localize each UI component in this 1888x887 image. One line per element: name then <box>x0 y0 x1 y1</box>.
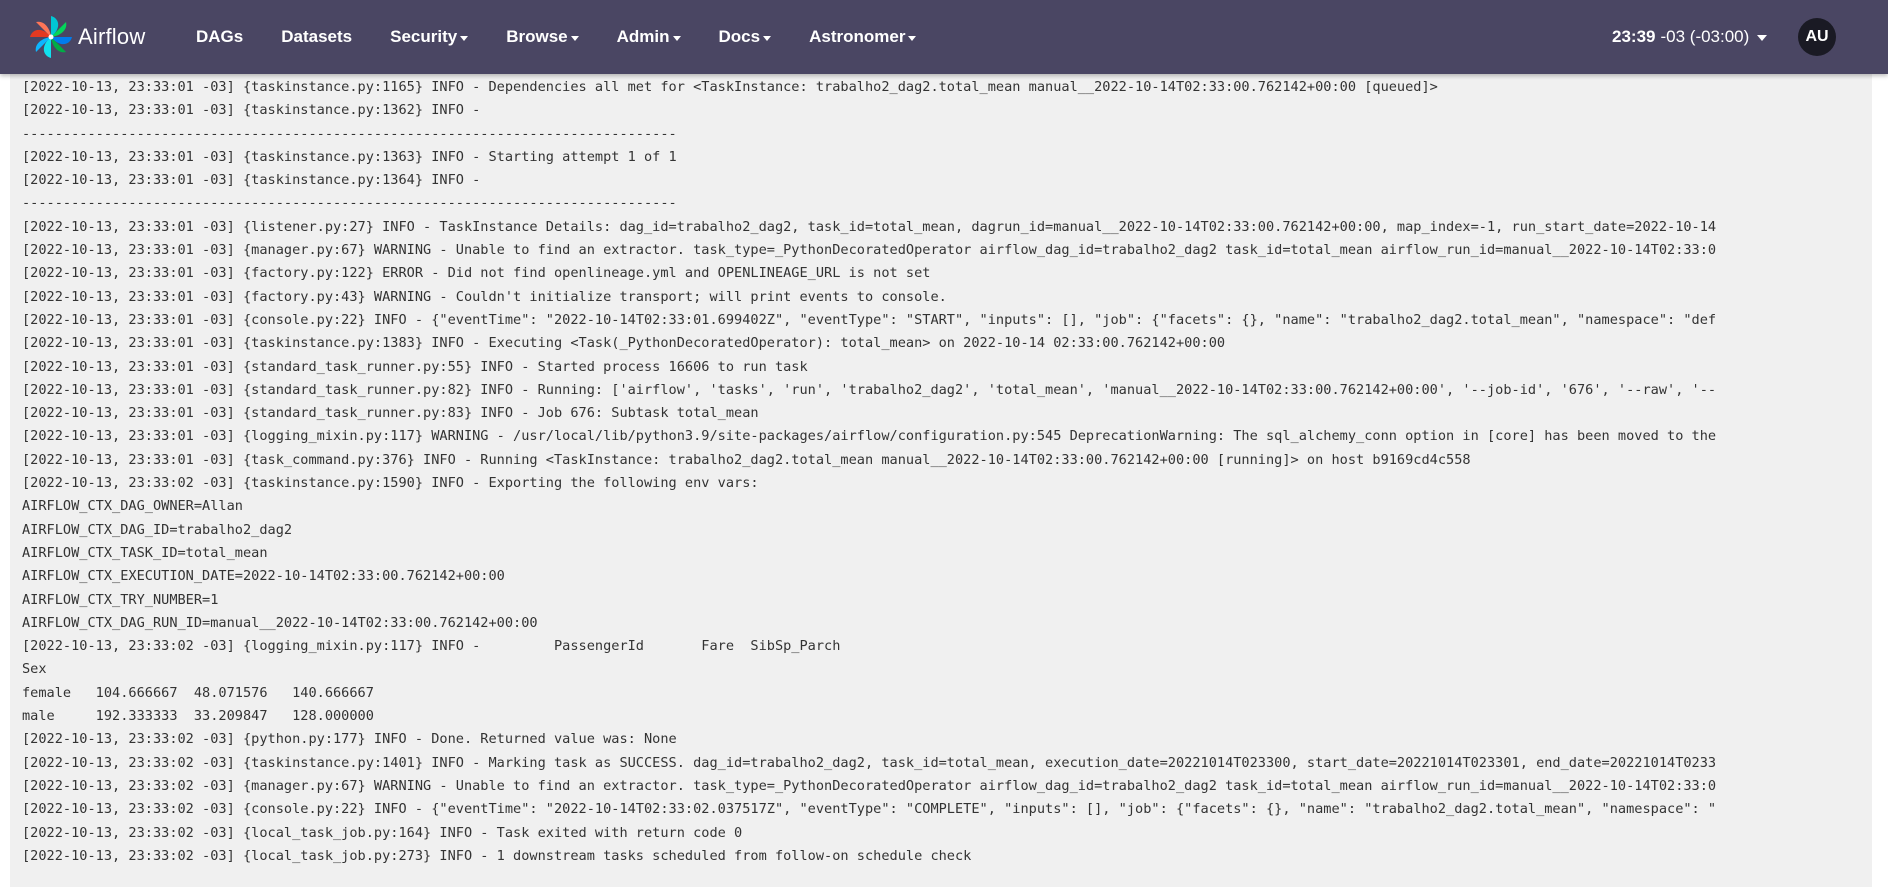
nav-security[interactable]: Security <box>390 27 469 47</box>
log-line: AIRFLOW_CTX_TASK_ID=total_mean <box>22 544 268 561</box>
log-line: AIRFLOW_CTX_DAG_ID=trabalho2_dag2 <box>22 521 293 538</box>
nav-docs-label: Docs <box>718 27 761 46</box>
log-line: [2022-10-13, 23:33:01 -03] {standard_tas… <box>22 381 1717 398</box>
log-line: [2022-10-13, 23:33:01 -03] {taskinstance… <box>22 79 1438 95</box>
nav-browse-label: Browse <box>506 27 568 46</box>
log-line: Sex <box>22 661 47 678</box>
log-line: AIRFLOW_CTX_DAG_OWNER=Allan <box>22 498 243 515</box>
log-line: ----------------------------------------… <box>22 195 677 212</box>
main-nav: DAGs Datasets Security Browse Admin Docs… <box>196 0 954 74</box>
log-line: [2022-10-13, 23:33:01 -03] {taskinstance… <box>22 335 1226 352</box>
nav-astronomer[interactable]: Astronomer <box>809 27 917 47</box>
clock-zone: -03 (-03:00) <box>1660 27 1750 46</box>
log-line: [2022-10-13, 23:33:01 -03] {listener.py:… <box>22 218 1717 235</box>
nav-security-label: Security <box>390 27 458 46</box>
log-line: [2022-10-13, 23:33:01 -03] {taskinstance… <box>22 148 677 165</box>
brand-name: Airflow <box>78 24 146 49</box>
log-line: AIRFLOW_CTX_TRY_NUMBER=1 <box>22 591 219 608</box>
timezone-clock-dropdown[interactable]: 23:39 -03 (-03:00) <box>1612 0 1768 74</box>
log-line: [2022-10-13, 23:33:01 -03] {logging_mixi… <box>22 428 1717 445</box>
nav-docs[interactable]: Docs <box>719 27 772 47</box>
clock-time: 23:39 <box>1612 27 1656 46</box>
top-navbar: Airflow DAGs Datasets Security Browse Ad… <box>0 0 1888 74</box>
caret-down-icon <box>908 35 917 41</box>
log-line: [2022-10-13, 23:33:02 -03] {console.py:2… <box>22 801 1717 818</box>
log-line: [2022-10-13, 23:33:01 -03] {standard_tas… <box>22 358 808 375</box>
nav-datasets[interactable]: Datasets <box>281 27 352 47</box>
log-line: [2022-10-13, 23:33:01 -03] {task_command… <box>22 451 1471 468</box>
user-avatar[interactable]: AU <box>1798 18 1836 56</box>
log-lines: [2022-10-13, 23:33:01 -03] {taskinstance… <box>22 76 1872 868</box>
log-line: AIRFLOW_CTX_EXECUTION_DATE=2022-10-14T02… <box>22 568 505 585</box>
nav-admin[interactable]: Admin <box>617 27 681 47</box>
log-line: female 104.666667 48.071576 140.666667 <box>22 684 374 701</box>
nav-datasets-label: Datasets <box>281 27 353 46</box>
log-line: [2022-10-13, 23:33:01 -03] {manager.py:6… <box>22 242 1717 259</box>
log-line: [2022-10-13, 23:33:02 -03] {logging_mixi… <box>22 638 841 655</box>
log-line: male 192.333333 33.209847 128.000000 <box>22 708 374 725</box>
log-line: [2022-10-13, 23:33:02 -03] {local_task_j… <box>22 847 972 864</box>
log-line: AIRFLOW_CTX_DAG_RUN_ID=manual__2022-10-1… <box>22 614 538 631</box>
airflow-logo[interactable]: Airflow <box>28 10 145 64</box>
log-line: [2022-10-13, 23:33:02 -03] {taskinstance… <box>22 475 759 492</box>
user-initials: AU <box>1805 28 1829 45</box>
caret-down-icon <box>763 35 772 41</box>
nav-astronomer-label: Astronomer <box>809 27 906 46</box>
log-line: [2022-10-13, 23:33:01 -03] {factory.py:1… <box>22 265 931 282</box>
caret-down-icon <box>672 35 681 41</box>
log-line: ----------------------------------------… <box>22 125 677 142</box>
pinwheel-icon <box>30 16 72 58</box>
caret-down-icon <box>570 35 579 41</box>
log-line: [2022-10-13, 23:33:01 -03] {standard_tas… <box>22 405 759 422</box>
nav-dags[interactable]: DAGs <box>196 27 243 47</box>
nav-browse[interactable]: Browse <box>506 27 579 47</box>
task-log-panel[interactable]: [2022-10-13, 23:33:01 -03] {taskinstance… <box>10 74 1872 887</box>
log-line: [2022-10-13, 23:33:02 -03] {taskinstance… <box>22 754 1717 771</box>
log-line: [2022-10-13, 23:33:02 -03] {manager.py:6… <box>22 777 1717 794</box>
log-line: [2022-10-13, 23:33:01 -03] {taskinstance… <box>22 172 481 189</box>
log-line: [2022-10-13, 23:33:01 -03] {factory.py:4… <box>22 288 947 305</box>
nav-admin-label: Admin <box>616 27 670 46</box>
caret-down-icon <box>1757 35 1768 41</box>
nav-dags-label: DAGs <box>196 27 244 46</box>
log-line: [2022-10-13, 23:33:02 -03] {python.py:17… <box>22 731 677 748</box>
log-line: [2022-10-13, 23:33:02 -03] {local_task_j… <box>22 824 743 841</box>
log-line: [2022-10-13, 23:33:01 -03] {taskinstance… <box>22 102 481 119</box>
log-line: [2022-10-13, 23:33:01 -03] {console.py:2… <box>22 311 1717 328</box>
caret-down-icon <box>460 35 469 41</box>
